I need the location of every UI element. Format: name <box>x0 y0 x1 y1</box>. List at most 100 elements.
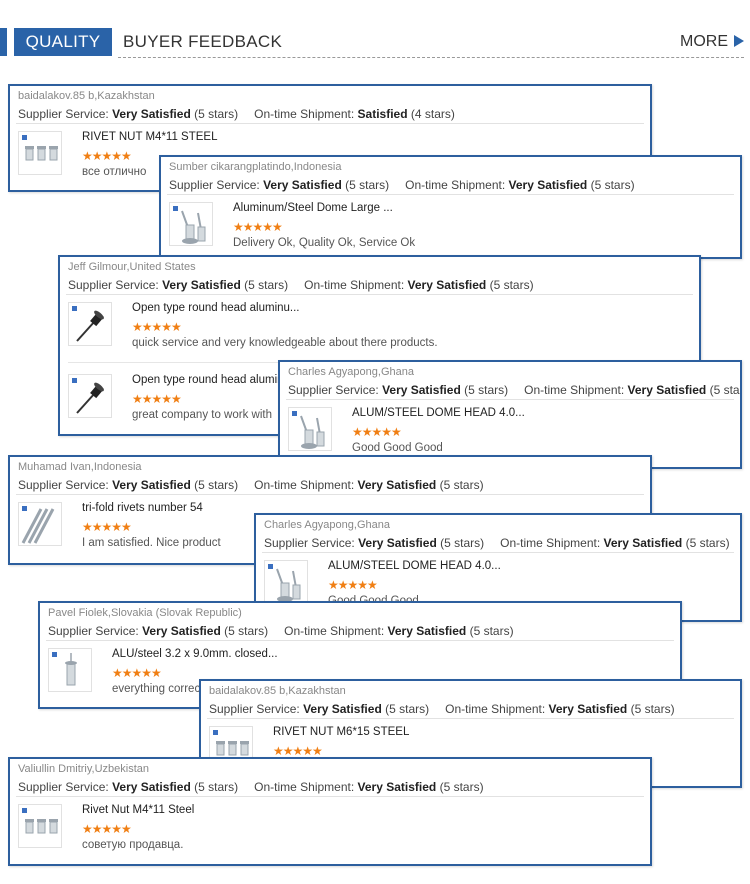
shipment-stars: (4 stars) <box>410 107 455 121</box>
shipment-label: On-time Shipment: <box>500 536 601 550</box>
product-thumbnail[interactable] <box>18 804 62 848</box>
feedback-item: Rivet Nut M4*11 Steel ★★★★★ советую продав… <box>18 800 618 864</box>
card-divider <box>262 552 734 553</box>
shipment-stars: (5 stars) <box>439 780 484 794</box>
product-thumbnail[interactable] <box>68 302 112 346</box>
feedback-comment: Good Good Good <box>352 442 443 454</box>
header-accent-bar <box>0 28 7 56</box>
supplier-service-label: Supplier Service: <box>264 536 355 550</box>
rivet-nut-icon <box>19 819 61 847</box>
shipment-label: On-time Shipment: <box>304 278 405 292</box>
star-rating: ★★★★★ <box>328 578 378 592</box>
triangle-right-icon <box>734 35 744 47</box>
buyer-name: Charles Agyapong,Ghana <box>264 519 390 531</box>
rating-summary: Supplier Service: Very Satisfied (5 star… <box>68 278 534 292</box>
feedback-card: Charles Agyapong,Ghana Supplier Service: … <box>278 360 742 469</box>
product-name-link[interactable]: Aluminum/Steel Dome Large ... <box>233 202 393 214</box>
supplier-service-rating: Very Satisfied <box>303 702 382 716</box>
flag-icon <box>268 564 273 569</box>
product-name-link[interactable]: Open type round head aluminu... <box>132 374 300 386</box>
feedback-item: Open type round head aluminu... ★★★★★ quic… <box>68 298 668 363</box>
supplier-service-stars: (5 stars) <box>224 624 269 638</box>
closed-rivet-icon <box>49 653 91 691</box>
product-name-link[interactable]: ALU/steel 3.2 x 9.0mm. closed... <box>112 648 278 660</box>
section-header: QUALITY BUYER FEEDBACK MORE <box>0 26 750 58</box>
shipment-stars: (5 stars) <box>590 178 635 192</box>
supplier-service-stars: (5 stars) <box>194 478 239 492</box>
shipment-label: On-time Shipment: <box>524 383 625 397</box>
shipment-stars: (5 stars) <box>709 383 740 397</box>
flag-icon <box>52 652 57 657</box>
card-divider <box>16 494 644 495</box>
shipment-rating: Very Satisfied <box>548 702 628 716</box>
more-link[interactable]: MORE <box>680 28 744 56</box>
rating-summary: Supplier Service: Very Satisfied (5 star… <box>264 536 730 550</box>
supplier-service-stars: (5 stars) <box>440 536 485 550</box>
feedback-comment: everything correct <box>112 683 204 695</box>
shipment-stars: (5 stars) <box>489 278 534 292</box>
supplier-service-label: Supplier Service: <box>169 178 260 192</box>
product-name-link[interactable]: RIVET NUT M6*15 STEEL <box>273 726 409 738</box>
dome-rivet-icon <box>289 415 331 450</box>
shipment-rating: Very Satisfied <box>387 624 467 638</box>
supplier-service-stars: (5 stars) <box>194 780 239 794</box>
product-name-link[interactable]: Open type round head aluminu... <box>132 302 300 314</box>
supplier-service-rating: Very Satisfied <box>382 383 461 397</box>
shipment-rating: Satisfied <box>357 107 408 121</box>
rating-summary: Supplier Service: Very Satisfied (5 star… <box>209 702 675 716</box>
product-name-link[interactable]: ALUM/STEEL DOME HEAD 4.0... <box>328 560 501 572</box>
rating-summary: Supplier Service: Very Satisfied (5 star… <box>48 624 514 638</box>
shipment-label: On-time Shipment: <box>284 624 385 638</box>
card-divider <box>207 718 734 719</box>
buyer-name: Valiullin Dmitriy,Uzbekistan <box>18 763 150 775</box>
product-thumbnail[interactable] <box>18 131 62 175</box>
feedback-card: Sumber cikarangplatindo,Indonesia Supplie… <box>159 155 742 259</box>
supplier-service-rating: Very Satisfied <box>112 107 191 121</box>
tri-fold-rivet-icon <box>19 508 61 545</box>
more-label: MORE <box>680 33 728 50</box>
feedback-item: Aluminum/Steel Dome Large ... ★★★★★ Delive… <box>169 198 740 257</box>
shipment-stars: (5 stars) <box>439 478 484 492</box>
supplier-service-label: Supplier Service: <box>68 278 159 292</box>
star-rating: ★★★★★ <box>132 320 182 334</box>
star-rating: ★★★★★ <box>82 520 132 534</box>
shipment-stars: (5 stars) <box>469 624 514 638</box>
card-divider <box>46 640 674 641</box>
buyer-name: Jeff Gilmour,United States <box>68 261 196 273</box>
shipment-rating: Very Satisfied <box>407 278 487 292</box>
supplier-service-rating: Very Satisfied <box>112 780 191 794</box>
shipment-rating: Very Satisfied <box>603 536 683 550</box>
buyer-name: Sumber cikarangplatindo,Indonesia <box>169 161 342 173</box>
supplier-service-stars: (5 stars) <box>194 107 239 121</box>
supplier-service-label: Supplier Service: <box>209 702 300 716</box>
shipment-rating: Very Satisfied <box>508 178 588 192</box>
rating-summary: Supplier Service: Very Satisfied (5 star… <box>18 478 484 492</box>
product-thumbnail[interactable] <box>18 502 62 546</box>
feedback-comment: Delivery Ok, Quality Ok, Service Ok <box>233 237 416 249</box>
product-thumbnail[interactable] <box>264 560 308 604</box>
star-rating: ★★★★★ <box>233 220 283 234</box>
product-name-link[interactable]: Rivet Nut M4*11 Steel <box>82 804 194 816</box>
shipment-rating: Very Satisfied <box>627 383 707 397</box>
product-thumbnail[interactable] <box>48 648 92 692</box>
quality-tab[interactable]: QUALITY <box>14 28 112 56</box>
open-rivet-icon <box>69 310 111 345</box>
product-thumbnail[interactable] <box>288 407 332 451</box>
flag-icon <box>22 808 27 813</box>
dome-rivet-icon <box>170 210 212 245</box>
feedback-comment: great company to work with <box>132 409 272 421</box>
open-rivet-icon <box>69 382 111 417</box>
shipment-label: On-time Shipment: <box>445 702 546 716</box>
rating-summary: Supplier Service: Very Satisfied (5 star… <box>288 383 740 397</box>
flag-icon <box>72 378 77 383</box>
supplier-service-stars: (5 stars) <box>385 702 430 716</box>
card-divider <box>167 194 734 195</box>
supplier-service-rating: Very Satisfied <box>142 624 221 638</box>
product-thumbnail[interactable] <box>169 202 213 246</box>
product-thumbnail[interactable] <box>68 374 112 418</box>
buyer-name: Pavel Fiolek,Slovakia (Slovak Republic) <box>48 607 242 619</box>
product-name-link[interactable]: ALUM/STEEL DOME HEAD 4.0... <box>352 407 525 419</box>
feedback-comment: I am satisfied. Nice product <box>82 537 221 549</box>
product-name-link[interactable]: RIVET NUT M4*11 STEEL <box>82 131 218 143</box>
product-name-link[interactable]: tri-fold rivets number 54 <box>82 502 203 514</box>
